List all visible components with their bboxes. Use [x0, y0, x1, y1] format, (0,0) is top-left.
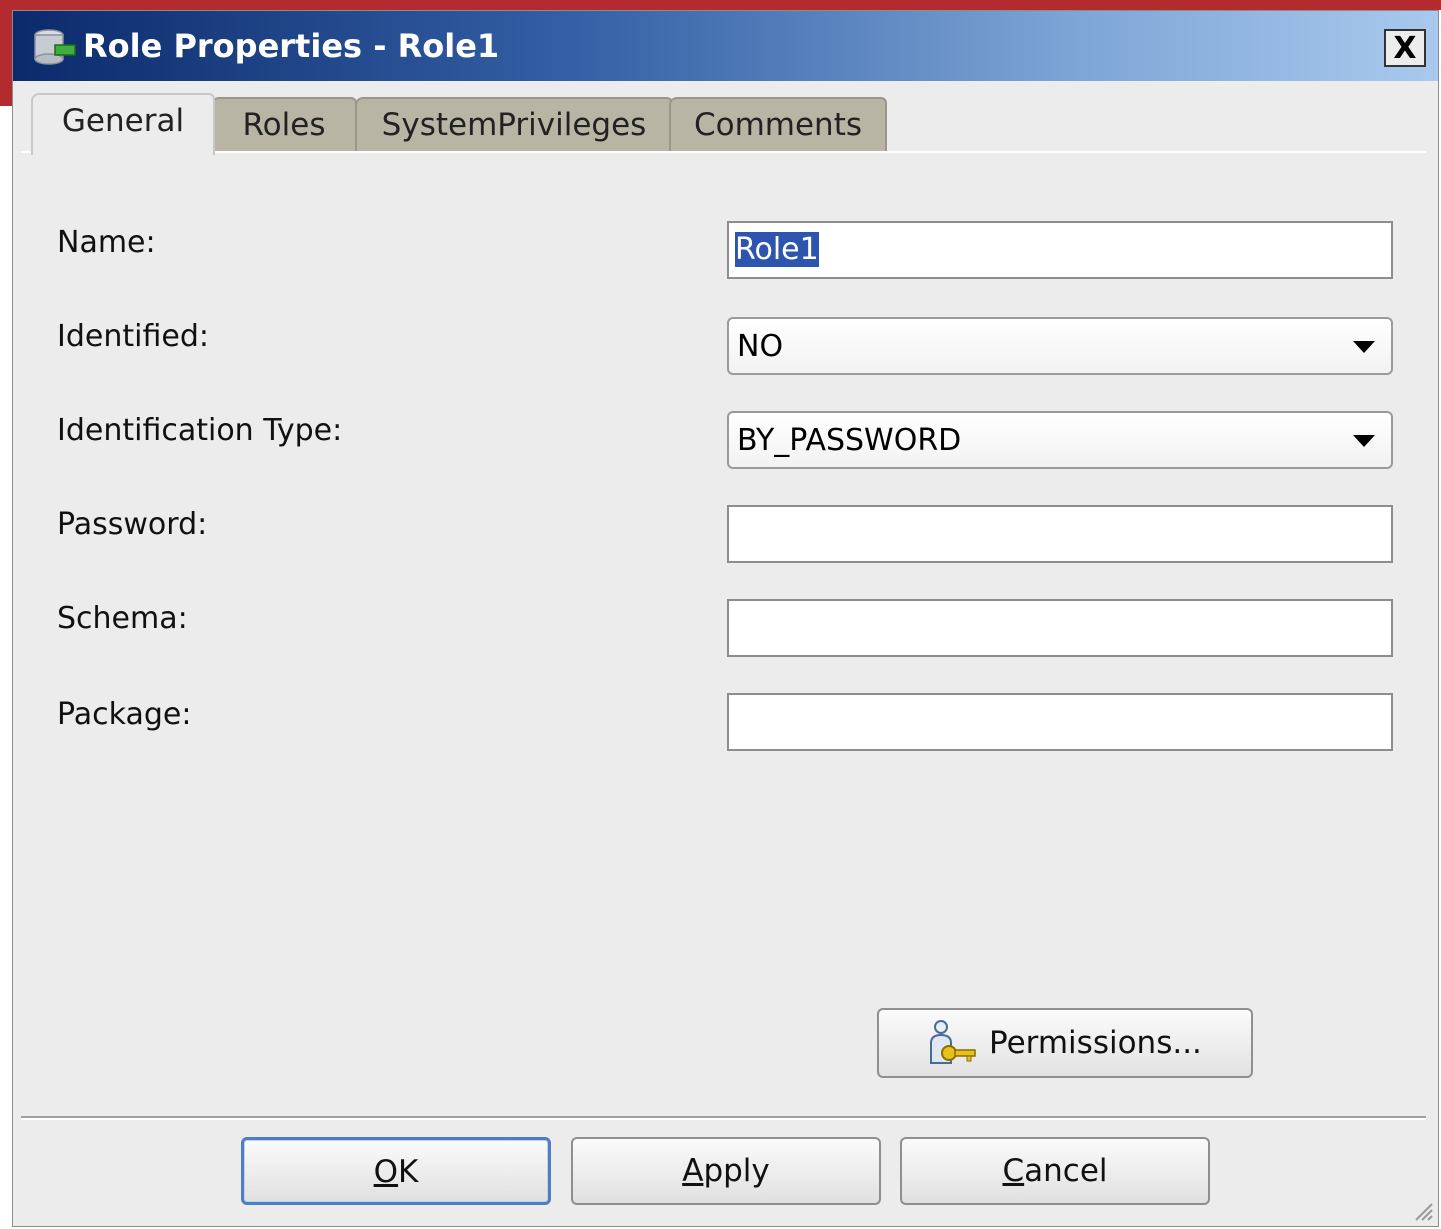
- apply-mnemonic: A: [682, 1153, 704, 1189]
- database-role-icon: [34, 29, 76, 65]
- identification-type-label: Identification Type:: [57, 413, 343, 448]
- package-input[interactable]: [727, 693, 1393, 751]
- identified-select[interactable]: NO: [727, 317, 1393, 375]
- window-title: Role Properties - Role1: [83, 27, 500, 65]
- footer-separator-highlight: [21, 1118, 1426, 1120]
- ok-button[interactable]: OK: [241, 1137, 551, 1205]
- chevron-down-icon: [1353, 341, 1375, 353]
- cancel-button[interactable]: Cancel: [900, 1137, 1210, 1205]
- schema-label: Schema:: [57, 601, 188, 636]
- ok-mnemonic: O: [373, 1154, 399, 1190]
- role-properties-dialog: Role Properties - Role1 X Roles SystemPr…: [12, 10, 1439, 1227]
- permissions-button-label: Permissions...: [989, 1025, 1202, 1061]
- name-label: Name:: [57, 225, 156, 260]
- identified-select-value: NO: [737, 329, 784, 364]
- title-bar[interactable]: Role Properties - Role1 X: [13, 11, 1438, 81]
- name-input[interactable]: Role1: [727, 221, 1393, 279]
- tab-roles[interactable]: Roles: [211, 97, 357, 153]
- resize-grip-icon[interactable]: [1412, 1200, 1434, 1222]
- schema-input[interactable]: [727, 599, 1393, 657]
- apply-button[interactable]: Apply: [571, 1137, 881, 1205]
- background-window-edge: [0, 0, 1441, 10]
- identified-label: Identified:: [57, 319, 209, 354]
- tab-comments[interactable]: Comments: [669, 97, 887, 153]
- background-window-edge-left: [0, 10, 12, 106]
- panel-border: [21, 151, 1426, 153]
- identification-type-select[interactable]: BY_PASSWORD: [727, 411, 1393, 469]
- chevron-down-icon: [1353, 435, 1375, 447]
- cancel-mnemonic: C: [1002, 1153, 1025, 1189]
- cancel-label-rest: ancel: [1024, 1153, 1108, 1189]
- identification-type-select-value: BY_PASSWORD: [737, 423, 962, 458]
- ok-label-rest: K: [398, 1154, 419, 1190]
- password-label: Password:: [57, 507, 208, 542]
- tab-system-privileges[interactable]: SystemPrivileges: [355, 97, 673, 153]
- close-button[interactable]: X: [1384, 29, 1426, 67]
- name-input-value: Role1: [735, 232, 819, 267]
- package-label: Package:: [57, 697, 192, 732]
- apply-label-rest: pply: [703, 1153, 770, 1189]
- tab-bar: Roles SystemPrivileges Comments General: [25, 93, 1425, 155]
- password-input[interactable]: [727, 505, 1393, 563]
- permissions-button[interactable]: Permissions...: [877, 1008, 1253, 1078]
- user-key-icon: [930, 1020, 976, 1064]
- tab-general[interactable]: General: [31, 93, 215, 155]
